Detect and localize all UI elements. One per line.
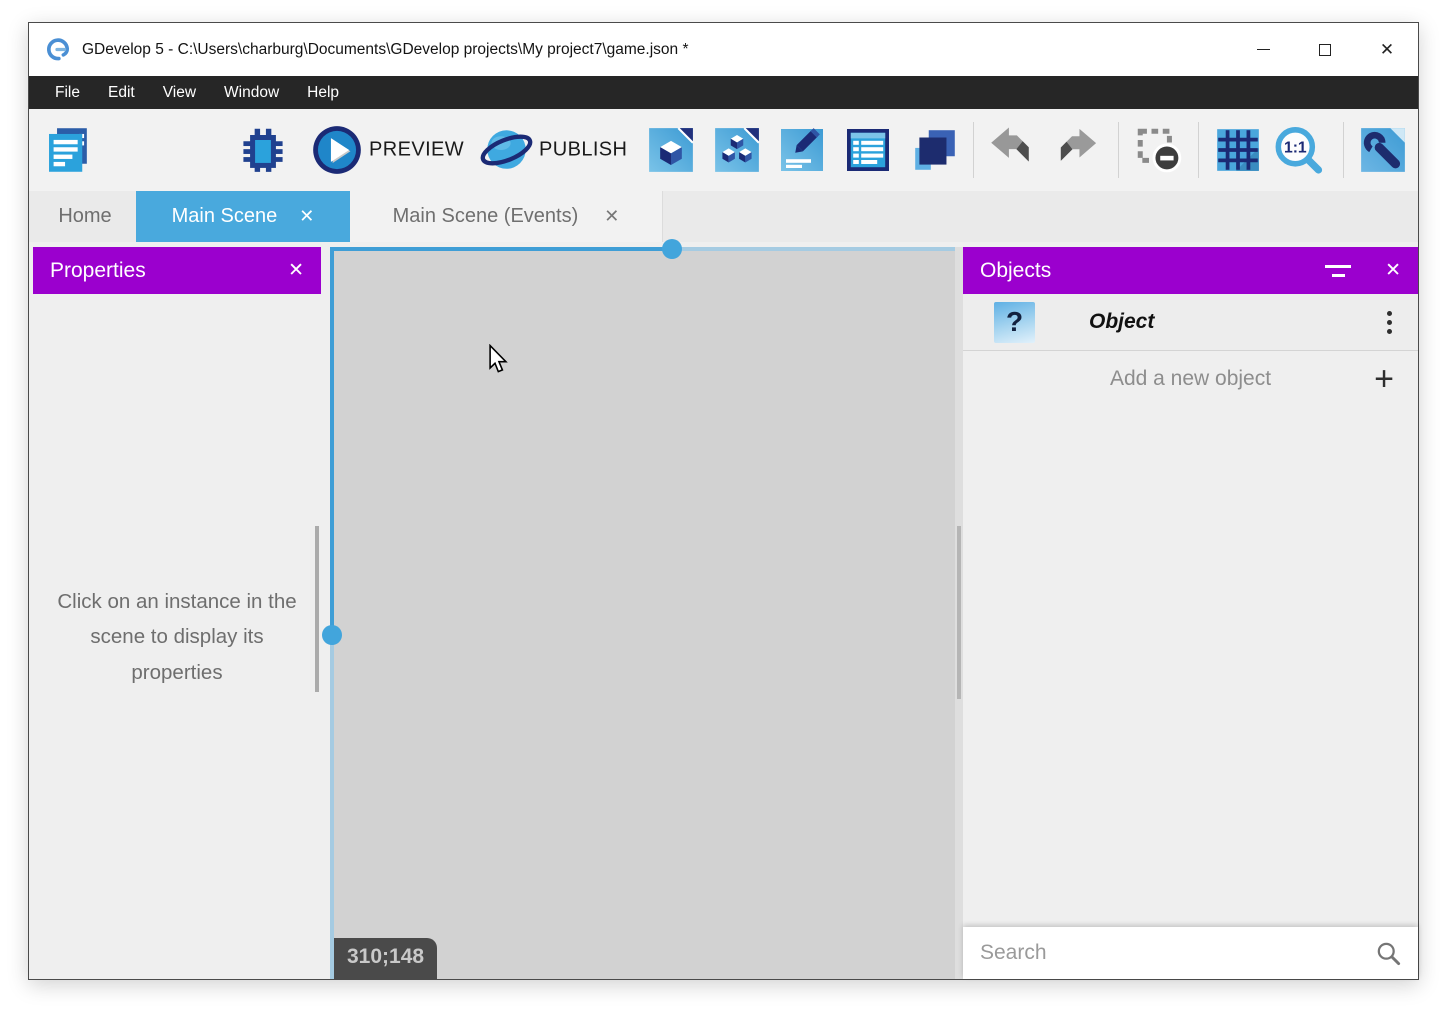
preview-play-icon[interactable] xyxy=(311,124,363,176)
objects-list-empty-area xyxy=(963,407,1418,979)
window-controls: ✕ xyxy=(1232,23,1418,76)
title-bar: GDevelop 5 - C:\Users\charburg\Documents… xyxy=(29,23,1418,76)
toolbar-separator xyxy=(973,122,974,178)
deselect-instances-icon[interactable] xyxy=(1134,125,1184,175)
mouse-cursor-icon xyxy=(486,344,510,374)
events-sheet-icon[interactable] xyxy=(844,126,892,174)
canvas-right-scrollbar-area xyxy=(955,247,963,979)
menu-edit[interactable]: Edit xyxy=(94,76,149,109)
tab-close-icon[interactable]: ✕ xyxy=(604,206,619,227)
objects-panel: Objects ✕ ? Object Add a new object + xyxy=(963,247,1418,979)
toolbar-separator xyxy=(1118,122,1119,178)
debug-icon[interactable] xyxy=(238,125,288,175)
tab-main-scene-events-label: Main Scene (Events) xyxy=(393,205,579,228)
project-manager-icon[interactable] xyxy=(41,123,96,178)
canvas-vertical-scroll-track[interactable] xyxy=(330,247,334,979)
canvas-horizontal-scroll-track[interactable] xyxy=(330,247,955,251)
properties-scrollbar[interactable] xyxy=(315,526,319,692)
svg-text:1:1: 1:1 xyxy=(1284,140,1307,157)
tab-close-icon[interactable]: ✕ xyxy=(299,206,314,227)
toolbar: PREVIEW PUBLISH xyxy=(29,109,1418,191)
preview-label[interactable]: PREVIEW xyxy=(369,139,464,162)
gdevelop-logo-icon xyxy=(43,36,71,64)
undo-icon[interactable] xyxy=(986,125,1036,175)
layers-icon[interactable] xyxy=(910,125,960,175)
add-new-object-label: Add a new object xyxy=(1110,367,1271,391)
maximize-icon xyxy=(1319,44,1331,56)
tab-main-scene[interactable]: Main Scene ✕ xyxy=(136,191,350,242)
search-icon[interactable] xyxy=(1375,940,1402,967)
objects-panel-header: Objects ✕ xyxy=(963,247,1418,294)
object-list-item[interactable]: ? Object xyxy=(963,294,1418,351)
toggle-grid-icon[interactable] xyxy=(1213,125,1263,175)
main-content: Properties ✕ Click on an instance in the… xyxy=(29,242,1418,979)
toolbar-separator xyxy=(1198,122,1199,178)
properties-empty-message: Click on an instance in the scene to dis… xyxy=(50,584,304,690)
menu-view[interactable]: View xyxy=(149,76,210,109)
gdevelop-window: GDevelop 5 - C:\Users\charburg\Documents… xyxy=(28,22,1419,980)
canvas-horizontal-scroll-thumb[interactable] xyxy=(662,239,682,259)
window-title: GDevelop 5 - C:\Users\charburg\Documents… xyxy=(82,41,688,59)
menu-help[interactable]: Help xyxy=(293,76,353,109)
menu-file[interactable]: File xyxy=(41,76,94,109)
filter-icon[interactable] xyxy=(1325,265,1351,277)
tab-main-scene-events[interactable]: Main Scene (Events) ✕ xyxy=(350,191,663,242)
open-settings-icon[interactable] xyxy=(1358,125,1408,175)
publish-globe-icon[interactable] xyxy=(479,123,534,178)
redo-icon[interactable] xyxy=(1054,127,1101,174)
zoom-original-icon[interactable]: 1:1 xyxy=(1273,125,1324,176)
publish-label[interactable]: PUBLISH xyxy=(539,139,627,162)
add-new-object-button[interactable]: Add a new object + xyxy=(963,351,1418,407)
tab-home-label: Home xyxy=(58,205,111,228)
objects-search-bar xyxy=(963,927,1418,979)
edit-scene-icon[interactable] xyxy=(646,125,696,175)
plus-icon: + xyxy=(1374,362,1394,396)
scene-canvas[interactable]: 310;148 xyxy=(330,247,963,979)
maximize-button[interactable] xyxy=(1294,23,1356,76)
menu-bar: File Edit View Window Help xyxy=(29,76,1418,109)
menu-window[interactable]: Window xyxy=(210,76,293,109)
object-menu-kebab-icon[interactable] xyxy=(1387,311,1392,334)
properties-panel-body: Click on an instance in the scene to dis… xyxy=(33,294,321,979)
properties-panel-header: Properties ✕ xyxy=(33,247,321,294)
close-button[interactable]: ✕ xyxy=(1356,23,1418,76)
object-name: Object xyxy=(1089,310,1154,334)
search-input[interactable] xyxy=(963,941,1375,965)
tab-main-scene-label: Main Scene xyxy=(172,205,278,228)
close-icon: ✕ xyxy=(1380,41,1394,58)
canvas-vertical-scroll-thumb[interactable] xyxy=(322,625,342,645)
properties-panel: Properties ✕ Click on an instance in the… xyxy=(33,247,321,979)
toolbar-separator xyxy=(1343,122,1344,178)
object-default-icon: ? xyxy=(994,302,1035,343)
objects-close-icon[interactable]: ✕ xyxy=(1385,259,1401,282)
canvas-right-scroll-thumb[interactable] xyxy=(957,526,961,699)
minimize-button[interactable] xyxy=(1232,23,1294,76)
tab-bar: Home Main Scene ✕ Main Scene (Events) ✕ xyxy=(29,191,1418,242)
minimize-icon xyxy=(1257,49,1270,51)
properties-close-icon[interactable]: ✕ xyxy=(288,259,304,282)
properties-panel-title: Properties xyxy=(50,259,146,283)
cursor-coordinates-badge: 310;148 xyxy=(334,938,437,979)
objects-panel-title: Objects xyxy=(980,259,1051,283)
tab-home[interactable]: Home xyxy=(34,191,136,242)
edit-objects-icon[interactable] xyxy=(712,125,762,175)
edit-events-icon[interactable] xyxy=(778,126,826,174)
